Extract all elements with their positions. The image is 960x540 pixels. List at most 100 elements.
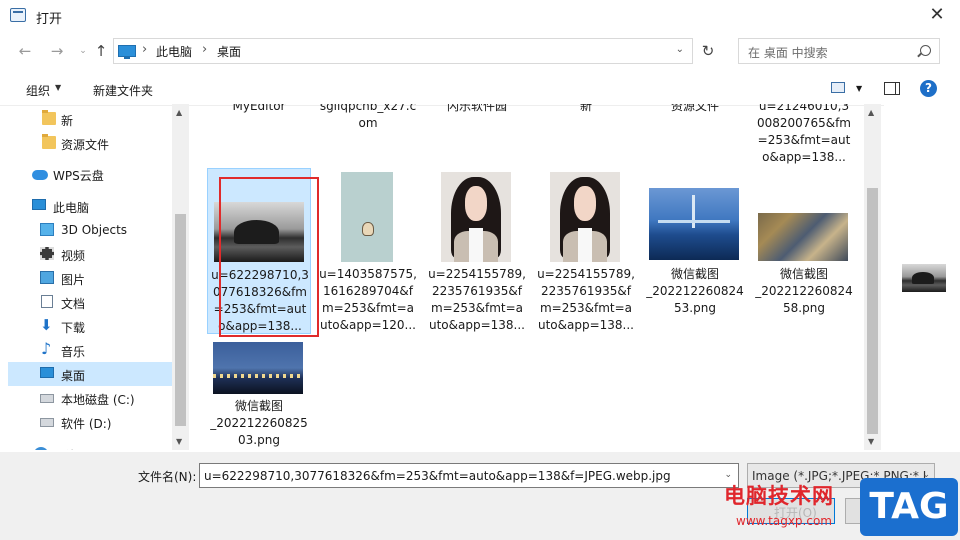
scrollbar-thumb[interactable]: [175, 214, 186, 426]
night-photo-thumbnail: [213, 342, 303, 394]
scroll-down-icon[interactable]: ▼: [868, 437, 874, 446]
file-name: u=2254155789, 2235761935&f m=253&fmt=a u…: [428, 267, 526, 332]
help-icon[interactable]: ?: [920, 80, 937, 97]
list-item-label[interactable]: 资源文件: [643, 104, 747, 115]
sidebar-item-network[interactable]: 网络: [8, 442, 172, 450]
forward-arrow-icon[interactable]: →: [46, 40, 68, 62]
portrait-photo-thumbnail: [550, 172, 620, 262]
download-icon: [40, 316, 54, 334]
sidebar-item-downloads[interactable]: 下载: [8, 314, 172, 338]
sidebar-item-desktop[interactable]: 桌面: [8, 362, 172, 386]
sidebar-item-drive-d[interactable]: 软件 (D:): [8, 410, 172, 434]
close-icon[interactable]: ✕: [914, 0, 960, 32]
sidebar-item-music[interactable]: 音乐: [8, 338, 172, 362]
sidebar-item-label: 视频: [61, 249, 86, 263]
search-placeholder: 在 桌面 中搜索: [748, 46, 828, 60]
file-tile[interactable]: 微信截图 _202212260825 03.png: [207, 340, 311, 450]
sidebar-item-label: 软件 (D:): [61, 417, 112, 431]
sidebar-item-wps-cloud[interactable]: WPS云盘: [8, 162, 172, 186]
sidebar-item-pictures[interactable]: 图片: [8, 266, 172, 290]
file-list[interactable]: MyEditor sgliqpchb_x27.c om 闪乐软件园 新 资源文件…: [191, 104, 863, 450]
drive-icon: [40, 418, 54, 427]
command-bar: 组织 ▼ 新建文件夹 ▼ ?: [0, 72, 960, 106]
folder-icon: [42, 110, 56, 125]
scroll-up-icon[interactable]: ▲: [176, 108, 182, 117]
sidebar-item-label: 桌面: [61, 369, 86, 383]
monitor-icon: [32, 199, 46, 210]
back-arrow-icon[interactable]: ←: [14, 40, 36, 62]
file-tile[interactable]: u=2254155789, 2235761935&f m=253&fmt=a u…: [534, 168, 638, 334]
search-input[interactable]: 在 桌面 中搜索: [738, 38, 940, 64]
preview-pane-icon[interactable]: [884, 82, 900, 95]
watermark-url: www.tagxp.com: [736, 514, 832, 528]
view-options-caret-icon[interactable]: ▼: [856, 84, 862, 93]
watermark-logo: 电脑技术网 www.tagxp.com TAG: [722, 474, 960, 540]
navigation-pane[interactable]: 新 资源文件 WPS云盘 此电脑 3D Objects 视频 图片 文档 下载 …: [8, 104, 190, 450]
file-name-input[interactable]: u=622298710,3077618326&fm=253&fmt=auto&a…: [199, 463, 739, 488]
organize-caret-icon[interactable]: ▼: [55, 83, 61, 92]
cube-icon: [40, 223, 54, 236]
sidebar-item-label: 下载: [61, 321, 86, 335]
file-list-scrollbar[interactable]: ▲ ▼: [864, 104, 881, 450]
desktop-icon: [40, 367, 54, 378]
file-name: 微信截图 _202212260824 58.png: [755, 267, 853, 315]
sidebar-item-new-folder[interactable]: 新: [8, 107, 172, 131]
file-name: u=1403587575, 1616289704&f m=253&fmt=a u…: [319, 267, 417, 332]
dog-photo-thumbnail: [341, 172, 393, 262]
change-view-icon[interactable]: [831, 82, 845, 93]
file-tile[interactable]: 微信截图 _202212260824 58.png: [752, 168, 856, 334]
file-tile[interactable]: u=2254155789, 2235761935&f m=253&fmt=a u…: [425, 168, 529, 334]
sidebar-item-label: WPS云盘: [53, 169, 104, 183]
sidebar-item-label: 3D Objects: [61, 223, 128, 237]
address-row: ← → ⌄ ↑ › 此电脑 › 桌面 ⌄ ↻ 在 桌面 中搜索: [0, 34, 960, 68]
breadcrumb-this-pc[interactable]: 此电脑: [156, 43, 192, 60]
highlight-annotation-box: [219, 177, 319, 337]
file-name: u=2254155789, 2235761935&f m=253&fmt=a u…: [537, 267, 635, 332]
sidebar-item-label: 网络: [53, 447, 77, 450]
list-item-label[interactable]: sgliqpchb_x27.c om: [316, 104, 420, 132]
sidebar-item-label: 新: [61, 114, 74, 128]
sidebar-item-3d-objects[interactable]: 3D Objects: [8, 218, 172, 242]
list-item-label[interactable]: MyEditor: [207, 104, 311, 115]
file-tile[interactable]: 微信截图 _202212260824 53.png: [643, 168, 747, 334]
scrollbar-thumb[interactable]: [867, 188, 878, 434]
bridge-photo-thumbnail: [649, 188, 739, 260]
address-bar[interactable]: › 此电脑 › 桌面 ⌄: [113, 38, 693, 64]
file-name-value: u=622298710,3077618326&fm=253&fmt=auto&a…: [204, 469, 671, 483]
film-icon: [40, 247, 54, 260]
breadcrumb-desktop[interactable]: 桌面: [217, 43, 241, 60]
sidebar-item-label: 本地磁盘 (C:): [61, 393, 135, 407]
portrait-photo-thumbnail: [441, 172, 511, 262]
breadcrumb-separator-icon[interactable]: ›: [202, 42, 207, 57]
sidebar-item-videos[interactable]: 视频: [8, 242, 172, 266]
list-item-label[interactable]: 闪乐软件园: [425, 104, 529, 115]
sidebar-item-resources[interactable]: 资源文件: [8, 131, 172, 155]
scroll-up-icon[interactable]: ▲: [868, 108, 874, 117]
watermark-tag: TAG: [860, 478, 958, 536]
music-icon: [40, 339, 54, 358]
sidebar-item-documents[interactable]: 文档: [8, 290, 172, 314]
up-arrow-icon[interactable]: ↑: [90, 40, 112, 62]
list-item-label[interactable]: 新: [534, 104, 638, 115]
sidebar-item-label: 图片: [61, 273, 86, 287]
network-icon: [34, 447, 48, 450]
cloud-icon: [32, 170, 48, 180]
sidebar-scrollbar[interactable]: ▲ ▼: [172, 104, 189, 450]
city-photo-thumbnail: [758, 213, 848, 261]
new-folder-button[interactable]: 新建文件夹: [93, 82, 153, 99]
sidebar-item-label: 音乐: [61, 345, 86, 359]
address-dropdown-icon[interactable]: ⌄: [676, 44, 684, 55]
file-tile[interactable]: u=1403587575, 1616289704&f m=253&fmt=a u…: [316, 168, 420, 334]
scroll-down-icon[interactable]: ▼: [176, 437, 182, 446]
title-bar: 打开 ✕: [0, 0, 960, 32]
breadcrumb-separator-icon[interactable]: ›: [142, 42, 147, 57]
preview-pane: [884, 104, 960, 450]
refresh-icon[interactable]: ↻: [697, 40, 719, 62]
sidebar-item-drive-c[interactable]: 本地磁盘 (C:): [8, 386, 172, 410]
sidebar-item-this-pc[interactable]: 此电脑: [8, 194, 172, 218]
document-icon: [41, 295, 53, 308]
watermark-site-name: 电脑技术网: [724, 484, 834, 508]
list-item-label[interactable]: u=21246010,3 008200765&fm =253&fmt=aut o…: [752, 104, 856, 166]
organize-button[interactable]: 组织: [26, 82, 50, 99]
sidebar-item-label: 文档: [61, 297, 86, 311]
